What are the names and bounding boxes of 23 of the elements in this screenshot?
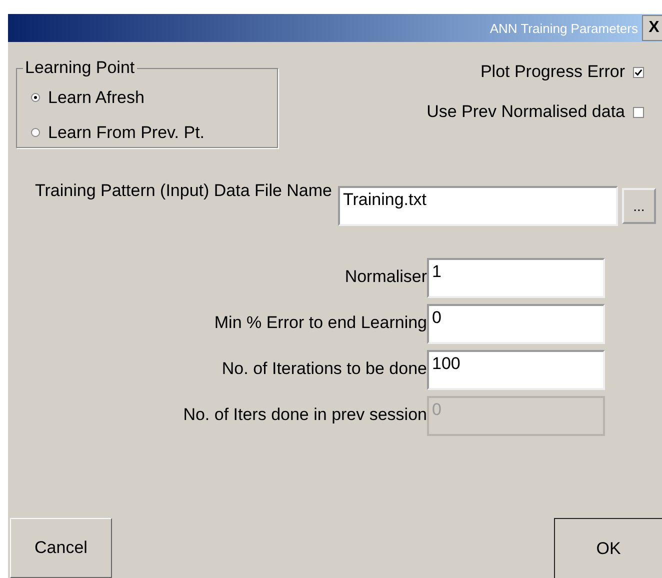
input-field[interactable]: 0 [427,304,605,344]
window-title: ANN Training Parameters [490,20,638,36]
radio-button[interactable] [31,93,40,102]
checkbox-label[interactable]: Use Prev Normalised data [426,102,625,122]
field-label: Normaliser [344,266,427,287]
input-field[interactable]: 1 [427,258,605,298]
radio-button[interactable] [31,128,40,137]
browse-button[interactable]: ... [622,188,656,224]
field-label: Min % Error to end Learning [213,312,427,333]
checkbox[interactable] [633,66,644,78]
ok-button[interactable]: OK [554,518,662,578]
radio-label[interactable]: Learn Afresh [48,88,144,108]
file-name-field[interactable]: Training.txt [338,186,618,226]
field-label: Training Pattern (Input) Data File Name [34,180,332,201]
close-button[interactable]: X [642,15,662,41]
field-label: No. of Iterations to be done [220,358,427,379]
group-label: Learning Point [24,58,136,78]
checkbox[interactable] [633,106,644,118]
field-label: No. of Iters done in prev session [182,404,427,425]
radio-label[interactable]: Learn From Prev. Pt. [48,122,205,142]
checkbox-label[interactable]: Plot Progress Error [480,62,625,82]
cancel-button[interactable]: Cancel [10,518,112,578]
input-field[interactable]: 100 [427,350,605,390]
